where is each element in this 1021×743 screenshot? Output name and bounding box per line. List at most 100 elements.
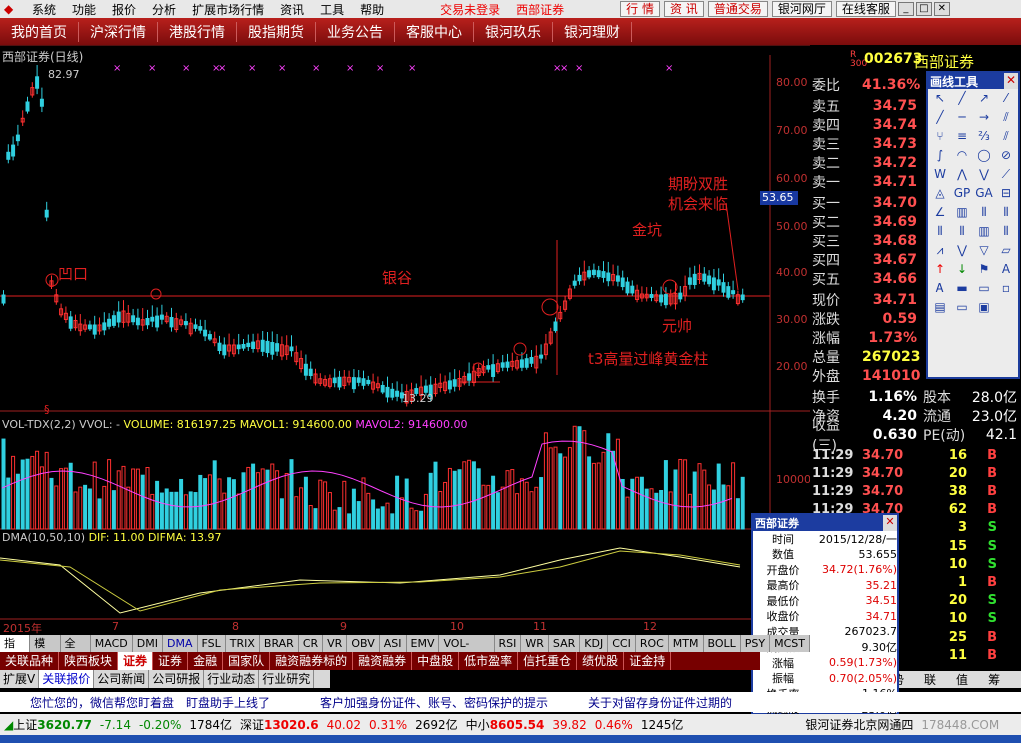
trend-icon[interactable]: ⟋ <box>995 167 1017 186</box>
crosshair-info-panel[interactable]: 西部证券 ✕ 时间 2015/12/28/一 数值 53.655 开盘价 34.72(1.7… <box>751 513 899 716</box>
menu-help[interactable]: 帮助 <box>352 1 392 18</box>
list-icon[interactable]: ▤ <box>929 300 951 319</box>
arc-icon[interactable]: ◠ <box>951 148 973 167</box>
gp-icon[interactable]: GP <box>951 186 973 205</box>
down-chevron-icon[interactable]: ⋁ <box>951 243 973 262</box>
tab-kdj[interactable]: KDJ <box>580 635 609 652</box>
ruler-icon[interactable]: ▭ <box>951 300 973 319</box>
bars5-icon[interactable]: ⦀ <box>995 224 1017 243</box>
tab-fsl[interactable]: FSL <box>198 635 226 652</box>
online-service-button[interactable]: 在线客服 <box>835 1 896 17</box>
sector-tab[interactable]: 证券 <box>153 652 189 670</box>
tab-brar[interactable]: BRAR <box>260 635 299 652</box>
tab-emv[interactable]: EMV <box>407 635 440 652</box>
broker-server[interactable]: 银河证券北京网通四 <box>683 716 913 733</box>
ticker-item[interactable]: 您忙您的，微信帮您盯着盘 <box>0 694 174 711</box>
gs-icon[interactable]: ⊟ <box>995 186 1017 205</box>
eraser-icon[interactable]: ▬ <box>951 281 973 300</box>
sub-tab[interactable]: 行业研究 <box>259 670 315 688</box>
sub-tab[interactable]: 公司研报 <box>149 670 205 688</box>
parallel-icon[interactable]: ⫽ <box>995 129 1017 148</box>
sector-tab[interactable]: 国家队 <box>223 652 271 670</box>
sub-tab[interactable]: 关联报价 <box>39 670 95 688</box>
nav-hs[interactable]: 沪深行情 <box>79 21 158 42</box>
slash-icon[interactable]: ╱ <box>929 110 951 129</box>
pointer-icon[interactable]: ↖ <box>929 91 951 110</box>
columns-icon[interactable]: ⦀ <box>995 205 1017 224</box>
sector-tab[interactable]: 中盘股 <box>412 652 460 670</box>
minimize-icon[interactable]: _ <box>897 2 914 16</box>
vbars-icon[interactable]: ⦀ <box>973 205 995 224</box>
menu-tools[interactable]: 工具 <box>312 1 352 18</box>
ga-icon[interactable]: GA <box>973 186 995 205</box>
chart-canvas[interactable]: × × × ×× × × × × × × ×× × × <box>0 45 810 635</box>
drawing-tools-header[interactable]: 画线工具 ✕ <box>928 73 1018 89</box>
sector-tab[interactable]: 金融 <box>188 652 224 670</box>
news-button[interactable]: 资 讯 <box>663 1 704 17</box>
fan-icon[interactable]: ⩘ <box>929 243 951 262</box>
trade-login-status[interactable]: 交易未登录 <box>432 1 508 18</box>
hline-icon[interactable]: ─ <box>951 110 973 129</box>
rect-icon[interactable]: ▱ <box>995 243 1017 262</box>
sector-tab[interactable]: 证券 <box>118 652 154 670</box>
tab-全部[interactable]: 全部 <box>61 635 91 667</box>
nav-notice[interactable]: 业务公告 <box>316 21 395 42</box>
circle-icon[interactable]: ◯ <box>973 148 995 167</box>
close-icon[interactable]: ✕ <box>883 515 897 531</box>
tab-value[interactable]: 值 <box>946 671 978 688</box>
double-line-icon[interactable]: ⫽ <box>995 110 1017 129</box>
tab-模板[interactable]: 模板 <box>30 635 61 667</box>
ticker-item[interactable]: 客户加强身份证件、账号、密码保护的提示 <box>270 694 548 711</box>
drawing-tools-panel[interactable]: 画线工具 ✕ ↖ ╱ ↗ ⁄ ╱ ─ → ⫽ ⑂ ≡ ⅔ ⫽ ∫ ◠ ◯ ⊘ W ⋀ ⋁ ⟋ ◬ GP GA ⊟ ∠ ▥… <box>926 71 1020 379</box>
line-icon[interactable]: ╱ <box>951 91 973 110</box>
fork-icon[interactable]: ⑂ <box>929 129 951 148</box>
tab-wr[interactable]: WR <box>521 635 549 652</box>
quote-button[interactable]: 行 情 <box>620 1 660 17</box>
ticker-item[interactable]: 盯盘助手上线了 <box>174 694 270 711</box>
arrow-line-icon[interactable]: → <box>973 110 995 129</box>
sector-tab[interactable]: 陕西板块 <box>59 652 119 670</box>
kline-chart-area[interactable]: × × × × × × × × × × × × × × × 西部证券(日线) 82.97 13.29 53.… <box>0 45 810 635</box>
sector-tab[interactable]: 信托重仓 <box>518 652 578 670</box>
tab-macd[interactable]: MACD <box>91 635 133 652</box>
tab-asi[interactable]: ASI <box>380 635 407 652</box>
sub-tab[interactable]: 扩展V <box>0 670 40 688</box>
maximize-icon[interactable]: □ <box>915 2 932 16</box>
sub-tab[interactable]: 行业动态 <box>204 670 260 688</box>
tab-link[interactable]: 联 <box>914 671 946 688</box>
menu-ext-market[interactable]: 扩展市场行情 <box>184 1 272 18</box>
news-ticker[interactable]: 您忙您的，微信帮您盯着盘 盯盘助手上线了 客户加强身份证件、账号、密码保护的提示… <box>0 692 1021 712</box>
tab-obv[interactable]: OBV <box>347 635 380 652</box>
triple-line-icon[interactable]: ≡ <box>951 129 973 148</box>
curve-icon[interactable]: ∫ <box>929 148 951 167</box>
triangle-icon[interactable]: ▽ <box>973 243 995 262</box>
tab-psy[interactable]: PSY <box>741 635 771 652</box>
text-icon[interactable]: A <box>995 262 1017 281</box>
tab-mtm[interactable]: MTM <box>669 635 704 652</box>
tab-trix[interactable]: TRIX <box>226 635 260 652</box>
tab-cci[interactable]: CCI <box>608 635 636 652</box>
sector-tab[interactable]: 绩优股 <box>577 652 625 670</box>
menu-analysis[interactable]: 分析 <box>144 1 184 18</box>
tab-dma[interactable]: DMA <box>163 635 198 652</box>
tab-vr[interactable]: VR <box>323 635 348 652</box>
sector-tab[interactable]: 关联品种 <box>0 652 60 670</box>
menu-function[interactable]: 功能 <box>64 1 104 18</box>
sector-tab[interactable]: 证金持 <box>624 652 672 670</box>
close-icon[interactable]: ✕ <box>933 2 950 16</box>
tab-vol-tdx[interactable]: VOL-TDX <box>439 635 495 667</box>
tab-chips[interactable]: 筹 <box>978 671 1010 688</box>
tab-dmi[interactable]: DMI <box>133 635 163 652</box>
save-icon[interactable]: ▣ <box>973 300 995 319</box>
tab-rsi[interactable]: RSI <box>495 635 522 652</box>
nav-joy[interactable]: 银河玖乐 <box>474 21 553 42</box>
wave-icon[interactable]: W <box>929 167 951 186</box>
bars2-icon[interactable]: ⦀ <box>929 224 951 243</box>
info-header[interactable]: 西部证券 ✕ <box>753 515 897 531</box>
zigzag-icon[interactable]: ⋁ <box>973 167 995 186</box>
sector-tab[interactable]: 融资融券标的 <box>270 652 354 670</box>
nav-home[interactable]: 我的首页 <box>0 21 79 42</box>
lock-icon[interactable]: ▭ <box>973 281 995 300</box>
bars-icon[interactable]: ▥ <box>951 205 973 224</box>
menu-news[interactable]: 资讯 <box>272 1 312 18</box>
